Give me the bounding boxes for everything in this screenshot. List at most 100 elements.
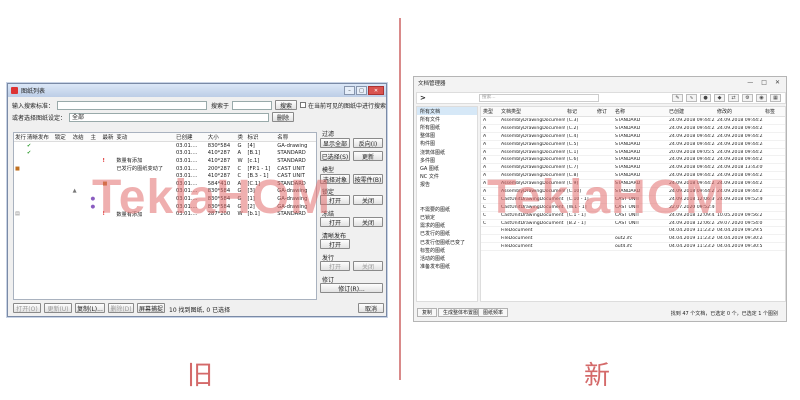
tree-item[interactable]: 所有文档 <box>417 107 477 116</box>
new-column-header[interactable]: 修改的 <box>715 108 763 115</box>
new-column-header[interactable]: 类型 <box>481 108 499 115</box>
table-row[interactable]: ▤! 数量有添加 03.01.... 287*200 W [b.1] STANDARD <box>14 210 316 218</box>
by-part-button[interactable]: 按零件(B) <box>353 174 383 184</box>
reverse-button[interactable]: 反向(I) <box>353 138 383 148</box>
search-in-select[interactable] <box>232 100 273 110</box>
new-column-header[interactable]: 标签 <box>763 108 781 115</box>
table-row[interactable]: C CastUnitDrawingDocument [C.10 - 1] CAST U… <box>481 196 785 204</box>
old-column-header[interactable]: 类 <box>237 133 247 141</box>
new-column-header[interactable]: 修订 <box>595 108 613 115</box>
table-row[interactable]: C CastUnitDrawingDocument [B.2 - 1] CAST UN… <box>481 220 785 228</box>
table-row[interactable]: 03.01.... 410*287 C [B.3 - 1] CAST UNIT <box>14 172 316 180</box>
link-icon[interactable]: ∿ <box>686 94 697 102</box>
table-row[interactable]: A AssemblyDrawingDocument [C.9] STANDARD 24.… <box>481 180 785 189</box>
settings-icon[interactable]: ⚙ <box>742 94 753 102</box>
table-row[interactable]: ■ 已发行的图纸变动了 03.01.... 200*287 C [FP.1 - 1] CAS… <box>14 165 316 173</box>
tree-item[interactable]: 活动的图纸 <box>417 254 477 262</box>
issue-close-button[interactable]: 关闭 <box>353 261 383 271</box>
close-icon[interactable]: ✕ <box>775 79 780 86</box>
table-row[interactable]: ● 03.01.... 830*584 G [2] GA-drawing <box>14 203 316 211</box>
create-ga-button[interactable]: 生成整体布置图 <box>438 308 484 317</box>
collapse-chevron-icon[interactable]: > <box>417 94 479 102</box>
tree-item[interactable]: 浇筑体图纸 <box>417 148 477 156</box>
maximize-icon[interactable]: □ <box>356 86 367 95</box>
table-row[interactable]: A AssemblyDrawingDocument [C.7] STANDARD 24.… <box>481 164 785 173</box>
tag-icon[interactable]: ◆ <box>714 94 725 102</box>
select-object-button[interactable]: 选择对象 <box>320 174 350 184</box>
copy-button[interactable]: 复制 <box>417 308 438 317</box>
copy-button[interactable]: 复制(L)... <box>75 303 105 313</box>
old-column-header[interactable]: 最新 <box>101 133 115 141</box>
lock-close-button[interactable]: 关闭 <box>353 195 383 205</box>
minimize-icon[interactable]: — <box>747 79 753 86</box>
table-row[interactable]: FileDocument out2.ifc 04.04.2019 11:23:20 0… <box>481 235 785 244</box>
sync-icon[interactable]: ⇄ <box>728 94 739 102</box>
close-icon[interactable]: ✕ <box>368 86 384 95</box>
issue-open-button[interactable]: 打开 <box>320 261 350 271</box>
tree-item[interactable]: NC 文件 <box>417 173 477 181</box>
tree-item[interactable]: 已发行但图纸已变了 <box>417 238 477 246</box>
old-column-header[interactable]: 标识 <box>246 133 276 141</box>
edit-icon[interactable]: ✎ <box>672 94 683 102</box>
table-row[interactable]: A AssemblyDrawingDocument [C.1] STANDARD 20.… <box>481 149 785 157</box>
table-row[interactable]: A AssemblyDrawingDocument [C.5] STANDARD 24.… <box>481 141 785 149</box>
table-row[interactable]: A AssemblyDrawingDocument [C.6] STANDARD 24.… <box>481 156 785 165</box>
tree-item[interactable] <box>417 189 477 197</box>
freeze-open-button[interactable]: 打开 <box>320 217 350 227</box>
old-column-header[interactable]: 清晰发布 <box>26 133 54 141</box>
revise-button[interactable]: 修订(R)... <box>320 283 383 293</box>
table-row[interactable]: C CastUnitDrawingDocument [W.1 - 1] CAST UN… <box>481 204 785 212</box>
lock-open-button[interactable]: 打开 <box>320 195 350 205</box>
tree-item[interactable]: 需求的图纸 <box>417 222 477 230</box>
table-row[interactable]: A AssemblyDrawingDocument [C.3] STANDARD 24.… <box>481 117 785 125</box>
clear-open-button[interactable]: 打开 <box>320 239 350 249</box>
table-row[interactable]: C CastUnitDrawingDocument [C.1 - 1] CAST UN… <box>481 212 785 220</box>
selected-button[interactable]: 已选择(S) <box>320 151 350 161</box>
table-row[interactable]: A AssemblyDrawingDocument [C.8] STANDARD 24.… <box>481 172 785 181</box>
tree-item[interactable]: 已锁定 <box>417 213 477 221</box>
old-column-header[interactable]: 名称 <box>276 133 316 141</box>
tree-item[interactable]: 所有图纸 <box>417 123 477 131</box>
tree-item[interactable]: 整体图 <box>417 132 477 140</box>
table-row[interactable]: ✔ 03.01.... 410*287 A [B.1] STANDARD <box>14 150 316 158</box>
old-column-header[interactable]: 主 <box>90 133 102 141</box>
search-input[interactable] <box>57 100 208 110</box>
tree-item[interactable]: 所有文件 <box>417 115 477 123</box>
tree-item[interactable]: 多件图 <box>417 156 477 164</box>
tree-item[interactable]: 构件图 <box>417 140 477 148</box>
minimize-icon[interactable]: – <box>344 86 355 95</box>
tree-item[interactable] <box>417 197 477 205</box>
table-row[interactable]: FileDocument 04.04.2019 11:23:20 04.04.201… <box>481 227 785 236</box>
old-column-header[interactable]: 冻结 <box>72 133 90 141</box>
table-row[interactable]: ✔ 03.01.... 830*584 G [4] GA-drawing <box>14 142 316 150</box>
table-row[interactable]: A AssemblyDrawingDocument [C.10] STANDARD 24… <box>481 188 785 196</box>
delete-button[interactable]: 删除(D) <box>108 303 134 313</box>
tree-item[interactable]: 报告 <box>417 181 477 189</box>
update-bottom-button[interactable]: 更新(U) <box>44 303 72 313</box>
tree-item[interactable]: GA 图纸 <box>417 164 477 172</box>
table-row[interactable]: ! 数量有添加 03.01.... 410*287 W [c.1] STANDARD <box>14 157 316 165</box>
saved-select[interactable]: 全部 <box>69 112 270 122</box>
old-column-header[interactable]: 变动 <box>115 133 175 141</box>
snapshot-button[interactable]: 屏幕捕捉 <box>137 303 165 313</box>
view-icon[interactable]: ◉ <box>756 94 767 102</box>
delete-saved-button[interactable]: 删除 <box>272 112 295 122</box>
old-column-header[interactable]: 发行 <box>14 133 26 141</box>
show-all-button[interactable]: 显示全部 <box>320 138 350 148</box>
old-column-header[interactable]: 锁定 <box>54 133 72 141</box>
search-button[interactable]: 搜索 <box>275 100 298 110</box>
new-column-header[interactable]: 文档类型 <box>499 108 565 115</box>
search-input[interactable]: 搜索... <box>479 94 599 102</box>
freeze-close-button[interactable]: 关闭 <box>353 217 383 227</box>
new-column-header[interactable]: 已创建 <box>667 108 715 115</box>
record-icon[interactable]: ● <box>700 94 711 102</box>
table-row[interactable]: ▲ 03.01.... 830*584 G [3] GA-drawing <box>14 188 316 196</box>
maximize-icon[interactable]: □ <box>761 79 767 86</box>
table-row[interactable]: A AssemblyDrawingDocument [C.2] STANDARD 24.… <box>481 125 785 133</box>
update-button[interactable]: 更新 <box>353 151 383 161</box>
tree-item[interactable]: 已发行的图纸 <box>417 230 477 238</box>
tree-item[interactable]: 准备发布图纸 <box>417 263 477 271</box>
drawing-frequency-button[interactable]: 图纸频率 <box>478 308 509 317</box>
tree-item[interactable]: 不需要的图纸 <box>417 205 477 213</box>
table-row[interactable]: FileDocument out4.ifc 04.04.2019 11:23:20 0… <box>481 243 785 252</box>
